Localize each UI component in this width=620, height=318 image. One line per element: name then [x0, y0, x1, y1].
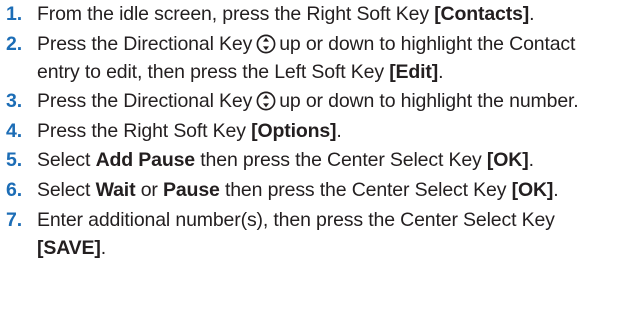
step-7: 7. Enter additional number(s), then press… [6, 206, 618, 262]
step-text: . [553, 178, 559, 201]
step-number: 1. [6, 3, 22, 25]
step-text: then press the Center Select Key [219, 178, 512, 201]
key-label: [OK] [511, 178, 554, 201]
key-label: Wait [95, 178, 136, 201]
step-text: Select [37, 149, 96, 172]
step-1: 1. From the idle screen, press the Right … [6, 0, 618, 28]
step-3: 3. Press the Directional Key up or down to… [6, 87, 618, 115]
step-text: or [135, 178, 163, 201]
step-number: 6. [6, 178, 22, 201]
instruction-steps: 1. From the idle screen, press the Right … [6, 0, 618, 263]
step-text: . [528, 149, 534, 172]
step-text: Press the Directional Key [37, 90, 253, 113]
step-6: 6. Select Wait or Pause then press the Ce… [6, 176, 618, 204]
step-text: Enter additional number(s), then press t… [37, 208, 555, 231]
step-number: 2. [6, 32, 22, 55]
step-number: 5. [6, 149, 22, 172]
step-2: 2. Press the Directional Key up or down to… [6, 30, 618, 86]
key-label: Pause [163, 178, 220, 201]
step-number: 4. [6, 119, 22, 142]
step-number: 7. [6, 208, 22, 231]
step-text: . [438, 60, 444, 83]
step-text: then press the Center Select Key [195, 149, 487, 172]
step-text: From the idle screen, press the Right So… [37, 3, 435, 25]
key-label: [OK] [486, 149, 529, 172]
step-text: . [529, 3, 535, 25]
directional-key-icon [256, 91, 276, 111]
key-label: [Contacts] [434, 3, 530, 25]
step-number: 3. [6, 90, 22, 113]
step-text: . [100, 236, 107, 259]
step-text: Select [37, 178, 96, 201]
step-text: Press the Right Soft Key [37, 119, 252, 142]
key-label: [Options] [251, 119, 337, 142]
key-label: [SAVE] [37, 236, 101, 259]
step-text: up or down to highlight the number. [279, 90, 579, 113]
directional-key-icon [256, 34, 276, 54]
step-4: 4. Press the Right Soft Key [Options]. [6, 117, 618, 145]
step-5: 5. Select Add Pause then press the Center… [6, 146, 618, 174]
step-text: Press the Directional Key [37, 32, 253, 55]
key-label: Add Pause [95, 149, 196, 172]
key-label: [Edit] [389, 60, 439, 83]
step-text: . [336, 119, 342, 142]
